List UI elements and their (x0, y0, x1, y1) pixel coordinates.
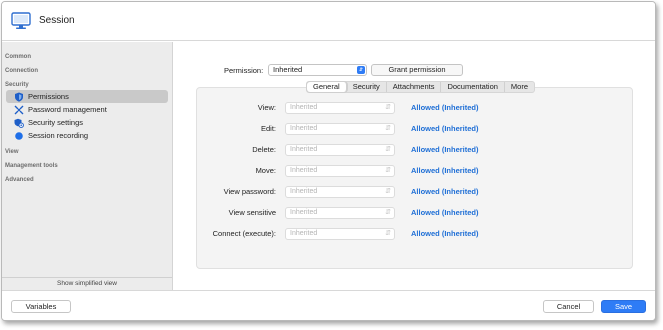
tab-more[interactable]: More (505, 82, 534, 92)
sidebar-section-view[interactable]: View (5, 149, 19, 155)
permission-row-edit: Edit: Inherited ⇵ Allowed (Inherited) (197, 123, 632, 135)
sidebar-item-permissions[interactable]: Permissions (6, 90, 168, 103)
row-select-value: Inherited (290, 146, 318, 153)
updown-chevron-icon: ⇵ (385, 125, 391, 132)
row-status[interactable]: Allowed (Inherited) (411, 124, 479, 133)
row-select[interactable]: Inherited ⇵ (285, 186, 395, 198)
permission-label: Permission: (224, 66, 264, 75)
monitor-icon (11, 12, 31, 30)
permission-row-connect-execute: Connect (execute): Inherited ⇵ Allowed (… (197, 228, 632, 240)
row-select[interactable]: Inherited ⇵ (285, 123, 395, 135)
row-select[interactable]: Inherited ⇵ (285, 144, 395, 156)
row-select-value: Inherited (290, 104, 318, 111)
updown-chevron-icon: ⇵ (385, 146, 391, 153)
permission-row-view: View: Inherited ⇵ Allowed (Inherited) (197, 102, 632, 114)
tab-bar: General Security Attachments Documentati… (306, 81, 536, 93)
row-label: View password: (223, 187, 276, 196)
sidebar-item-password-management[interactable]: Password management (6, 103, 168, 116)
key-arrows-icon (14, 105, 24, 115)
row-label: Move: (255, 166, 276, 175)
sidebar-item-label: Security settings (28, 118, 84, 127)
row-status[interactable]: Allowed (Inherited) (411, 103, 479, 112)
title-bar: Session (2, 2, 655, 41)
permission-select-value: Inherited (273, 65, 303, 74)
row-select[interactable]: Inherited ⇵ (285, 228, 395, 240)
tab-general[interactable]: General (307, 82, 347, 92)
sidebar-item-session-recording[interactable]: Session recording (6, 129, 168, 142)
updown-chevron-icon: ⇵ (385, 230, 391, 237)
tab-security[interactable]: Security (347, 82, 387, 92)
sidebar-section-management-tools[interactable]: Management tools (5, 163, 58, 169)
row-status[interactable]: Allowed (Inherited) (411, 166, 479, 175)
show-simplified-view-button[interactable]: Show simplified view (2, 277, 172, 290)
sidebar-item-label: Session recording (28, 131, 89, 140)
save-button[interactable]: Save (601, 300, 646, 313)
window-title: Session (39, 15, 75, 26)
permission-row-view-sensitive: View sensitive Inherited ⇵ Allowed (Inhe… (197, 207, 632, 219)
row-select[interactable]: Inherited ⇵ (285, 102, 395, 114)
sidebar-section-common[interactable]: Common (5, 54, 31, 60)
permission-row-move: Move: Inherited ⇵ Allowed (Inherited) (197, 165, 632, 177)
grant-permission-button[interactable]: Grant permission (371, 64, 463, 76)
row-select-value: Inherited (290, 167, 318, 174)
permission-select[interactable]: Inherited ⇵ (268, 64, 367, 76)
tab-documentation[interactable]: Documentation (441, 82, 505, 92)
row-select[interactable]: Inherited ⇵ (285, 165, 395, 177)
row-label: Edit: (260, 124, 276, 133)
security-settings-icon (14, 118, 24, 128)
row-select-value: Inherited (290, 125, 318, 132)
permission-row-delete: Delete: Inherited ⇵ Allowed (Inherited) (197, 144, 632, 156)
sidebar-item-security-settings[interactable]: Security settings (6, 116, 168, 129)
row-status[interactable]: Allowed (Inherited) (411, 145, 479, 154)
variables-button[interactable]: Variables (11, 300, 71, 313)
row-label: View sensitive (228, 208, 276, 217)
record-dot-icon (14, 131, 24, 141)
select-stepper-icon: ⇵ (357, 66, 365, 74)
row-select-value: Inherited (290, 188, 318, 195)
sidebar-section-security[interactable]: Security (5, 82, 29, 88)
session-window: Session Common Connection Security Permi… (1, 1, 656, 321)
sidebar-item-label: Permissions (28, 92, 69, 101)
row-status[interactable]: Allowed (Inherited) (411, 187, 479, 196)
updown-chevron-icon: ⇵ (385, 167, 391, 174)
shield-icon (14, 92, 24, 102)
row-label: Delete: (252, 145, 276, 154)
sidebar-section-advanced[interactable]: Advanced (5, 177, 34, 183)
permissions-panel: View: Inherited ⇵ Allowed (Inherited) Ed… (196, 87, 633, 269)
permission-row-view-password: View password: Inherited ⇵ Allowed (Inhe… (197, 186, 632, 198)
row-select-value: Inherited (290, 209, 318, 216)
row-select[interactable]: Inherited ⇵ (285, 207, 395, 219)
sidebar-section-connection[interactable]: Connection (5, 68, 38, 74)
tab-attachments[interactable]: Attachments (387, 82, 442, 92)
updown-chevron-icon: ⇵ (385, 104, 391, 111)
sidebar-item-label: Password management (28, 105, 107, 114)
main-content: Permission: Inherited ⇵ Grant permission… (174, 42, 655, 290)
row-label: View: (257, 103, 276, 112)
updown-chevron-icon: ⇵ (385, 188, 391, 195)
row-label: Connect (execute): (212, 229, 276, 238)
updown-chevron-icon: ⇵ (385, 209, 391, 216)
cancel-button[interactable]: Cancel (543, 300, 594, 313)
sidebar: Common Connection Security Permissions P… (2, 42, 173, 290)
dialog-footer: Variables Cancel Save (2, 290, 655, 320)
row-select-value: Inherited (290, 230, 318, 237)
row-status[interactable]: Allowed (Inherited) (411, 208, 479, 217)
row-status[interactable]: Allowed (Inherited) (411, 229, 479, 238)
